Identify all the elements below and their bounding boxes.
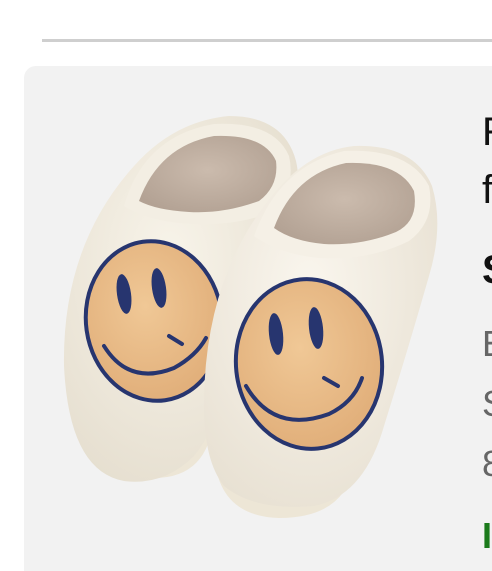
product-title-line-2[interactable]: f [482, 170, 492, 210]
product-meta-line-1: E [482, 326, 492, 362]
top-divider [42, 39, 492, 42]
product-image[interactable] [24, 66, 464, 571]
product-details: R f S E S 8 I [482, 0, 492, 571]
product-page: R f S E S 8 I [0, 0, 492, 571]
product-title-line-1[interactable]: R [482, 112, 492, 152]
availability-status: I [482, 515, 492, 556]
product-meta-line-2: S [482, 386, 492, 422]
product-meta-line-3: 8 [482, 446, 492, 482]
product-price: S [482, 250, 492, 290]
